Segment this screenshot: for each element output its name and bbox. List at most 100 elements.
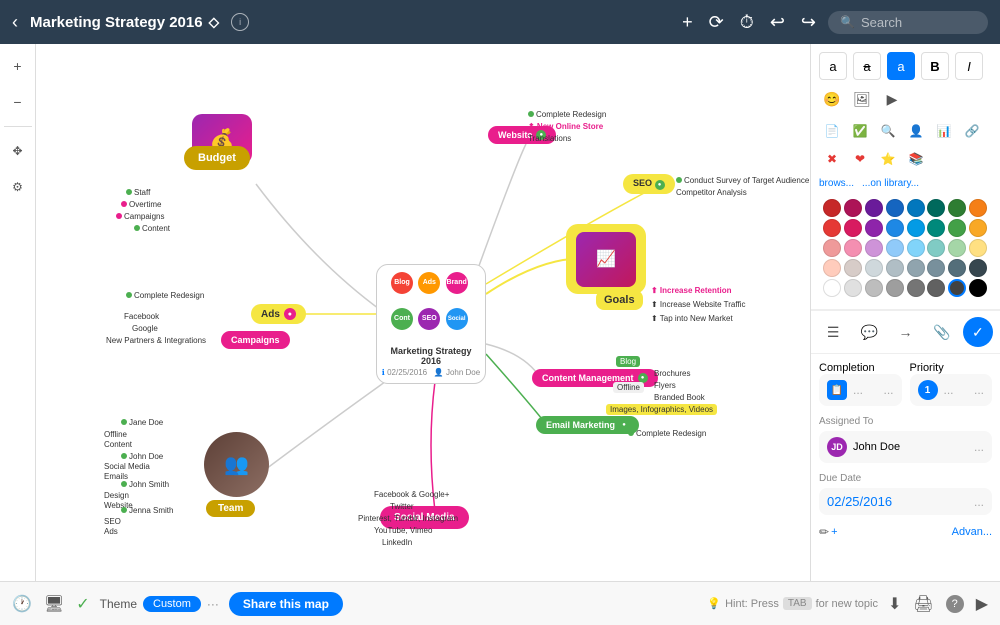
star-icon-btn[interactable]: ⭐: [875, 146, 901, 172]
due-date-row[interactable]: 02/25/2016 ...: [819, 488, 992, 515]
heart-icon-btn[interactable]: ❤: [847, 146, 873, 172]
completion-more-btn[interactable]: ...: [883, 383, 893, 397]
content-offline[interactable]: Offline: [613, 382, 644, 393]
budget-overtime-label[interactable]: Overtime: [121, 200, 161, 209]
email-redesign[interactable]: Complete Redesign: [628, 429, 706, 438]
goals-market[interactable]: ⬆ Tap into New Market: [651, 314, 733, 323]
priority-more-btn[interactable]: ...: [974, 383, 984, 397]
color-grey5[interactable]: [969, 259, 987, 277]
campaigns-node[interactable]: Campaigns: [221, 331, 290, 349]
zoom-in-button[interactable]: +: [4, 52, 32, 80]
theme-dots-btn[interactable]: ···: [207, 597, 219, 611]
team-john[interactable]: John Doe: [121, 452, 163, 461]
link-icon-btn[interactable]: 🔗: [959, 118, 985, 144]
color-orange-light[interactable]: [823, 259, 841, 277]
priority-row[interactable]: 1 ... ...: [910, 374, 993, 406]
team-design-label[interactable]: Design: [104, 491, 129, 500]
color-yellow-light[interactable]: [969, 239, 987, 257]
comment-btn[interactable]: 💬: [854, 317, 884, 347]
chart-icon-btn[interactable]: 📊: [931, 118, 957, 144]
color-teal[interactable]: [927, 219, 945, 237]
color-red[interactable]: [823, 219, 841, 237]
attachment-btn[interactable]: 📎: [927, 317, 957, 347]
color-teal-dark[interactable]: [927, 199, 945, 217]
sidebar-toggle-btn[interactable]: ▶: [976, 594, 988, 614]
color-lightblue[interactable]: [907, 219, 925, 237]
color-blue[interactable]: [886, 219, 904, 237]
search-icon-btn[interactable]: 🔍: [875, 118, 901, 144]
social-twitter[interactable]: Twitter: [390, 502, 414, 511]
color-blue-light[interactable]: [886, 239, 904, 257]
color-lightblue-light[interactable]: [907, 239, 925, 257]
confirm-btn[interactable]: ✓: [963, 317, 993, 347]
content-branded[interactable]: Branded Book: [654, 393, 705, 402]
social-facebook[interactable]: Facebook & Google+: [374, 490, 449, 499]
color-blue-dark[interactable]: [886, 199, 904, 217]
due-date-more-btn[interactable]: ...: [974, 495, 984, 509]
seo-survey[interactable]: Conduct Survey of Target Audience: [676, 176, 809, 185]
seo-node[interactable]: SEO ●: [623, 174, 675, 194]
campaigns-google[interactable]: Google: [132, 324, 158, 333]
color-bluegrey-light[interactable]: [886, 259, 904, 277]
info-button[interactable]: i: [231, 13, 249, 31]
team-jenna[interactable]: Jenna Smith: [121, 506, 173, 515]
color-pink-dark[interactable]: [844, 199, 862, 217]
goals-retention[interactable]: ⬆ Increase Retention: [651, 286, 732, 295]
budget-content-label[interactable]: Content: [134, 224, 170, 233]
history-bottom-btn[interactable]: 🕐: [12, 594, 32, 614]
team-node[interactable]: 👥: [204, 432, 269, 497]
assigned-row[interactable]: JD John Doe ...: [819, 431, 992, 463]
color-grey20[interactable]: [865, 279, 883, 297]
color-yellow[interactable]: [969, 219, 987, 237]
check-icon-btn[interactable]: ✅: [847, 118, 873, 144]
color-grey50[interactable]: [927, 279, 945, 297]
color-grey40[interactable]: [907, 279, 925, 297]
website-redesign[interactable]: Complete Redesign: [528, 110, 606, 119]
zoom-out-button[interactable]: −: [4, 88, 32, 116]
color-brown-light[interactable]: [844, 259, 862, 277]
team-seo-label[interactable]: SEO: [104, 517, 121, 526]
color-red-light[interactable]: [823, 239, 841, 257]
campaigns-redesign[interactable]: Complete Redesign: [126, 291, 204, 300]
content-brochures[interactable]: Brochures: [654, 369, 690, 378]
color-grey60[interactable]: [948, 279, 966, 297]
redo-button[interactable]: ↪: [801, 12, 816, 33]
italic-btn[interactable]: I: [955, 52, 983, 80]
color-green[interactable]: [948, 219, 966, 237]
book-icon-btn[interactable]: 📚: [903, 146, 929, 172]
color-green-dark[interactable]: [948, 199, 966, 217]
pencil-btn[interactable]: ✏ +: [819, 525, 838, 539]
help-btn[interactable]: ?: [946, 595, 964, 613]
undo-button[interactable]: ↩: [770, 12, 785, 33]
color-pink[interactable]: [844, 219, 862, 237]
color-grey30[interactable]: [886, 279, 904, 297]
team-social-label[interactable]: Social Media: [104, 462, 150, 471]
content-flyers[interactable]: Flyers: [654, 381, 676, 390]
team-offline-label[interactable]: Offline: [104, 430, 127, 439]
emoji-icon-btn[interactable]: 😊: [819, 86, 845, 112]
browse-label[interactable]: brows...: [819, 178, 854, 189]
check-bottom-btn[interactable]: ✓: [76, 594, 89, 614]
color-grey-light[interactable]: [865, 259, 883, 277]
font-normal-btn[interactable]: a: [819, 52, 847, 80]
color-purple-dark[interactable]: [865, 199, 883, 217]
arrow-btn[interactable]: →: [890, 317, 920, 347]
print-btn[interactable]: 🖨: [913, 594, 933, 614]
advance-link[interactable]: Advan...: [952, 526, 992, 538]
team-ads-label[interactable]: Ads: [104, 527, 118, 536]
completion-row[interactable]: 📋 ... ...: [819, 374, 902, 406]
color-pink-light[interactable]: [844, 239, 862, 257]
content-blog[interactable]: Blog: [616, 356, 640, 367]
email-marketing-node[interactable]: Email Marketing ●: [536, 416, 639, 434]
team-jane[interactable]: Jane Doe: [121, 418, 163, 427]
goals-traffic[interactable]: ⬆ Increase Website Traffic: [651, 300, 745, 309]
color-green-light[interactable]: [948, 239, 966, 257]
font-strike-btn[interactable]: a: [853, 52, 881, 80]
circle-blog[interactable]: Blog: [391, 272, 413, 294]
team-john-smith[interactable]: John Smith: [121, 480, 169, 489]
circle-content[interactable]: Cont: [391, 308, 413, 330]
circle-seo[interactable]: SEO: [418, 308, 440, 330]
budget-node[interactable]: Budget: [184, 146, 250, 170]
custom-theme-badge[interactable]: Custom: [143, 596, 201, 612]
bold-btn[interactable]: B: [921, 52, 949, 80]
